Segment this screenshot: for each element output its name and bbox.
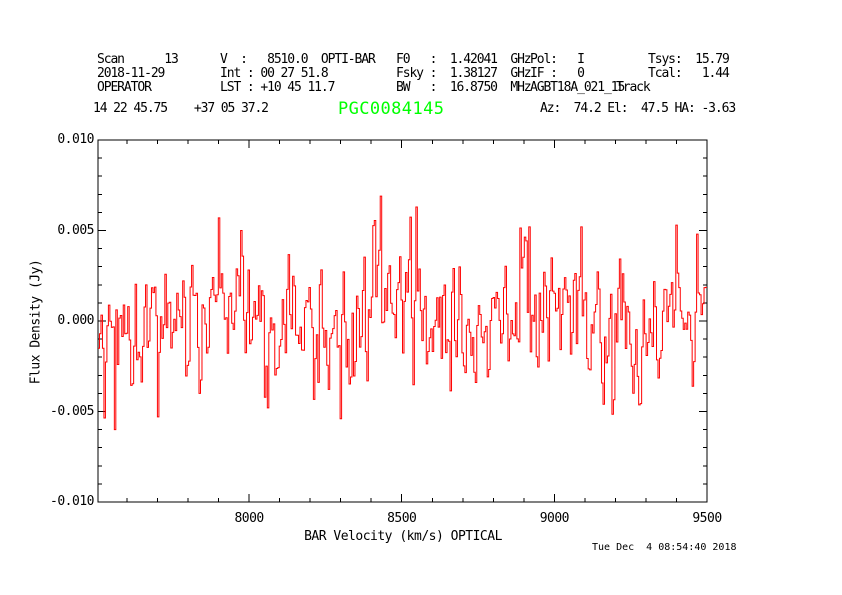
x-axis-title: BAR Velocity (km/s) OPTICAL — [304, 529, 502, 544]
f0-field: F0 : 1.42041 GHz — [396, 53, 531, 67]
timestamp: Tue Dec 4 08:54:40 2018 — [592, 542, 737, 553]
gbtidl-plotter-window: Scan 13 V : 8510.0 OPTI-BAR F0 : 1.42041… — [0, 0, 842, 595]
tcal-field: Tcal: 1.44 — [648, 67, 729, 81]
y-tick-label: 0.000 — [28, 313, 94, 328]
source-name: PGC0084145 — [338, 100, 444, 118]
tsys-field: Tsys: 15.79 — [648, 53, 729, 67]
if-field: IF : 0 — [530, 67, 584, 81]
x-tick-label: 9500 — [692, 511, 721, 526]
y-tick-label: -0.005 — [28, 404, 94, 419]
azelha-field: Az: 74.2 El: 47.5 HA: -3.63 — [540, 102, 735, 116]
fsky-field: Fsky : 1.38127 GHz — [396, 67, 531, 81]
scan-field: Scan 13 — [97, 53, 178, 67]
spectrum-plot — [97, 139, 709, 505]
coordinates-field: 14 22 45.75 +37 05 37.2 — [93, 102, 268, 116]
project-field: AGBT18A_021_15 — [530, 81, 624, 95]
y-tick-label: -0.010 — [28, 494, 94, 509]
y-tick-label: 0.010 — [28, 132, 94, 147]
x-tick-label: 8500 — [387, 511, 416, 526]
pol-field: Pol: I — [530, 53, 584, 67]
spectrum-trace — [98, 196, 707, 429]
y-tick-label: 0.005 — [28, 223, 94, 238]
date-field: 2018-11-29 — [97, 67, 164, 81]
procedure-field: Track — [616, 81, 650, 95]
lst-field: LST : +10 45 11.7 — [220, 81, 334, 95]
velocity-field: V : 8510.0 OPTI-BAR — [220, 53, 375, 67]
x-tick-label: 9000 — [540, 511, 569, 526]
bandwidth-field: BW : 16.8750 MHz — [396, 81, 531, 95]
x-tick-label: 8000 — [234, 511, 263, 526]
observer-field: OPERATOR — [97, 81, 151, 95]
integration-field: Int : 00 27 51.8 — [220, 67, 328, 81]
